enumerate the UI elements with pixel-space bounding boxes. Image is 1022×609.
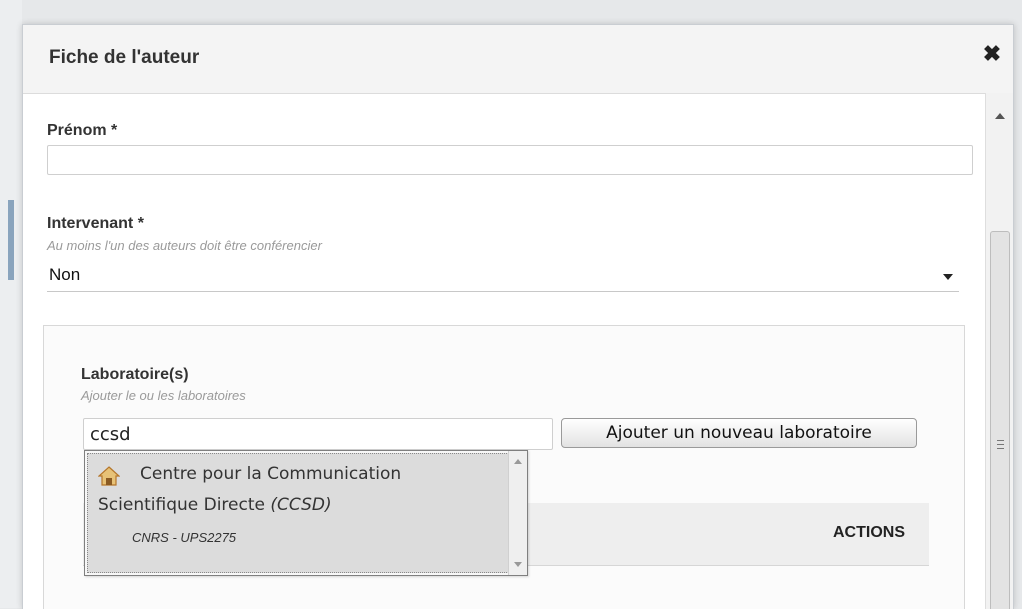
autocomplete-item-subtitle: CNRS - UPS2275 [132, 530, 237, 545]
house-icon [98, 466, 120, 486]
scroll-up-icon[interactable] [514, 459, 522, 464]
modal-title: Fiche de l'auteur [49, 47, 200, 68]
laboratoires-hint: Ajouter le ou les laboratoires [81, 388, 246, 403]
actions-column-header: ACTIONS [833, 524, 905, 541]
modal-scrollbar[interactable] [985, 93, 1013, 609]
autocomplete-list: Centre pour la Communication Scientifiqu… [84, 450, 528, 576]
add-laboratoire-button[interactable]: Ajouter un nouveau laboratoire [561, 418, 917, 448]
chevron-down-icon [943, 274, 953, 280]
grip-icon [997, 440, 1004, 450]
intervenant-label: Intervenant * [47, 215, 144, 232]
laboratoire-search-input[interactable] [83, 418, 553, 450]
modal-header: Fiche de l'auteur ✖ [23, 25, 1013, 94]
autocomplete-item-acronym: (CCSD) [270, 495, 332, 515]
prenom-input[interactable] [47, 145, 973, 175]
autocomplete-item-name-line2: Scientifique Directe (CCSD) [98, 495, 332, 515]
autocomplete-item[interactable]: Centre pour la Communication Scientifiqu… [87, 453, 509, 573]
scrollbar-thumb[interactable] [990, 231, 1010, 609]
scroll-down-icon[interactable] [514, 562, 522, 567]
scroll-up-icon[interactable] [995, 113, 1005, 119]
close-icon[interactable]: ✖ [981, 43, 1003, 65]
intervenant-hint: Au moins l'un des auteurs doit être conf… [47, 238, 322, 253]
page-backdrop [0, 0, 22, 608]
autocomplete-item-name: Centre pour la Communication [140, 464, 402, 484]
autocomplete-scrollbar[interactable] [508, 451, 527, 575]
author-modal: Fiche de l'auteur ✖ Prénom * Intervenant… [22, 24, 1014, 609]
laboratoires-label: Laboratoire(s) [81, 366, 189, 383]
prenom-label: Prénom * [47, 122, 118, 139]
intervenant-selected-value: Non [49, 265, 81, 284]
backdrop-accent [8, 200, 14, 280]
intervenant-select[interactable]: Non [47, 261, 959, 292]
